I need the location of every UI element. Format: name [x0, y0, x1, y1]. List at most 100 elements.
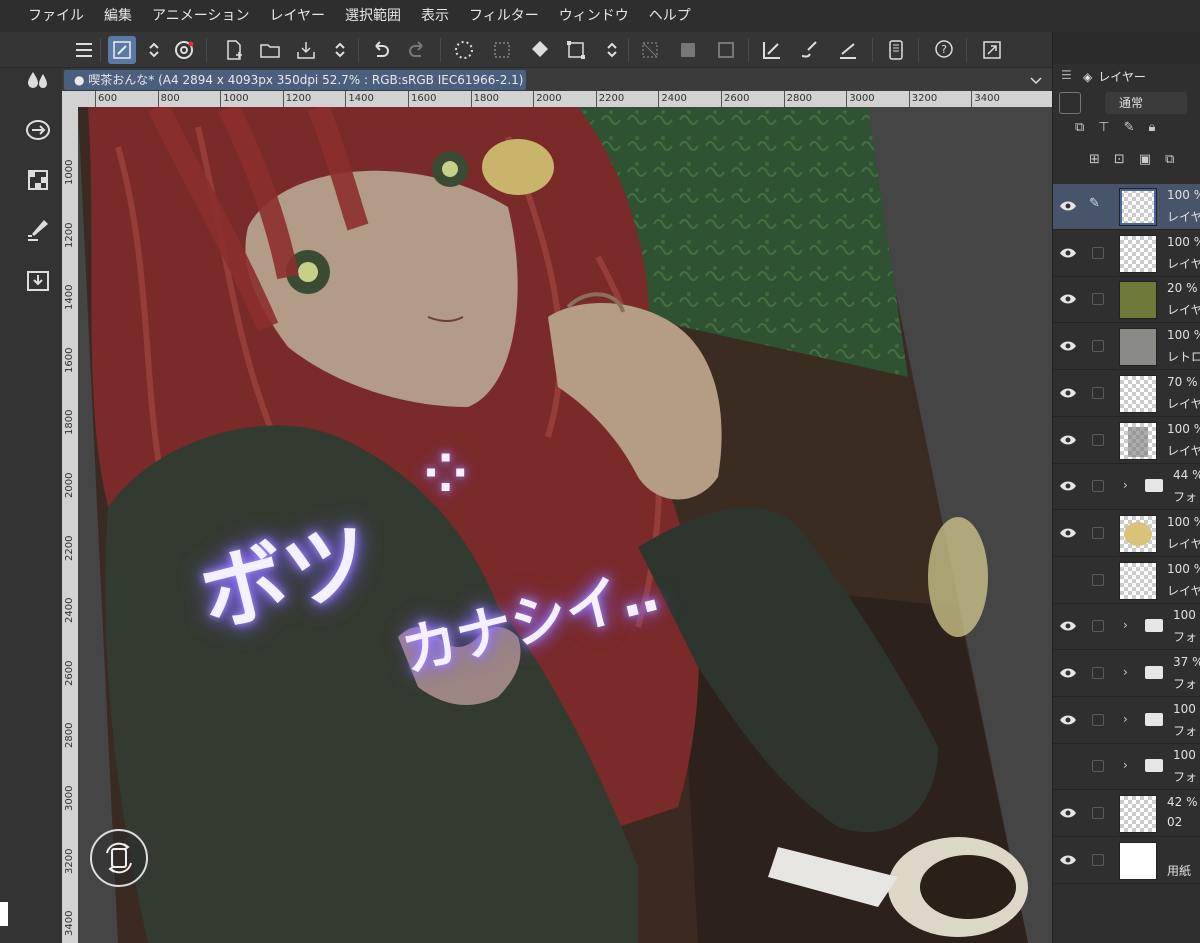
- layer-checkbox[interactable]: [1092, 526, 1104, 539]
- layer-color-box[interactable]: [1059, 92, 1081, 114]
- invert-selection-icon[interactable]: [674, 36, 702, 64]
- reference-icon[interactable]: ⊤: [1098, 120, 1123, 135]
- blend-mode-select[interactable]: 通常: [1105, 92, 1187, 114]
- open-folder-icon[interactable]: [256, 36, 284, 64]
- clip-icon[interactable]: ⧉: [1075, 120, 1098, 135]
- layer-checkbox[interactable]: [1092, 386, 1104, 399]
- menu-layer[interactable]: レイヤー: [259, 0, 335, 32]
- layer-checkbox[interactable]: [1092, 246, 1104, 259]
- drawing-canvas[interactable]: ボツ ⁘ カナシイ‥: [78, 107, 1052, 943]
- layer-checkbox[interactable]: [1092, 713, 1104, 726]
- loading-icon[interactable]: [450, 36, 478, 64]
- eye-icon[interactable]: [1059, 479, 1077, 493]
- help-icon[interactable]: ?: [930, 36, 958, 64]
- expand-chevron-icon[interactable]: ›: [1123, 665, 1128, 679]
- layer-checkbox[interactable]: [1092, 573, 1104, 586]
- eye-icon[interactable]: [1059, 666, 1077, 680]
- layer-row[interactable]: 用紙: [1053, 838, 1200, 884]
- eye-icon[interactable]: [1059, 573, 1077, 587]
- brush-icon[interactable]: [796, 36, 824, 64]
- layer-row[interactable]: ✎ 100 % レイヤ: [1053, 184, 1200, 230]
- layer-row[interactable]: 100 % レイヤ: [1053, 231, 1200, 277]
- layer-row[interactable]: › 44 % フォ: [1053, 464, 1200, 511]
- menu-toggle-icon[interactable]: [70, 36, 98, 64]
- menu-help[interactable]: ヘルプ: [639, 0, 701, 32]
- layer-checkbox[interactable]: [1092, 293, 1104, 306]
- stepper-icon-2[interactable]: [326, 36, 354, 64]
- eye-icon[interactable]: [1059, 526, 1077, 540]
- eye-icon[interactable]: [1059, 619, 1077, 633]
- panel-menu-icon[interactable]: ☰: [1061, 68, 1072, 82]
- layer-tab[interactable]: ◈ レイヤー: [1083, 66, 1173, 88]
- draft-icon[interactable]: ✎: [1124, 120, 1149, 135]
- layer-checkbox[interactable]: [1092, 667, 1104, 679]
- fill-icon[interactable]: [526, 36, 554, 64]
- redo-icon[interactable]: [404, 36, 432, 64]
- layer-row[interactable]: › 37 % フォ: [1053, 651, 1200, 697]
- device-icon[interactable]: [882, 36, 910, 64]
- copy-layer-icon[interactable]: ⧉: [1165, 152, 1188, 167]
- chevron-down-icon[interactable]: [1028, 72, 1044, 88]
- select-all-icon[interactable]: [488, 36, 516, 64]
- transform-icon[interactable]: [24, 116, 52, 144]
- layer-checkbox[interactable]: [1092, 853, 1104, 866]
- menu-file[interactable]: ファイル: [18, 0, 94, 32]
- layer-checkbox[interactable]: [1092, 620, 1104, 633]
- stepper-icon-3[interactable]: [598, 36, 626, 64]
- layer-row[interactable]: 100 % レイヤ: [1053, 418, 1200, 464]
- document-tab[interactable]: ● 喫茶おんな* (A4 2894 x 4093px 350dpi 52.7% …: [64, 70, 526, 90]
- transform-box-icon[interactable]: [562, 36, 590, 64]
- deselect-icon[interactable]: [636, 36, 664, 64]
- layer-row[interactable]: 70 % レイヤ: [1053, 371, 1200, 417]
- line-icon[interactable]: [834, 36, 862, 64]
- layer-row[interactable]: 100 % レトロ: [1053, 324, 1200, 371]
- layer-row[interactable]: 20 % レイヤ: [1053, 277, 1200, 324]
- layer-checkbox[interactable]: [1092, 433, 1104, 446]
- ruler-pen-icon[interactable]: [758, 36, 786, 64]
- spiral-icon[interactable]: [170, 36, 198, 64]
- layer-checkbox[interactable]: ✎: [1089, 196, 1101, 211]
- new-layer-icon[interactable]: ⊞: [1089, 152, 1114, 167]
- layer-row[interactable]: 100 % レイヤ: [1053, 558, 1200, 604]
- new-file-icon[interactable]: [220, 36, 248, 64]
- layer-checkbox[interactable]: [1092, 340, 1104, 353]
- layer-checkbox[interactable]: [1092, 760, 1104, 773]
- expand-chevron-icon[interactable]: ›: [1123, 618, 1128, 632]
- fullscreen-icon[interactable]: [978, 36, 1006, 64]
- menu-animation[interactable]: アニメーション: [142, 0, 259, 32]
- layer-row[interactable]: › 100 % フォ: [1053, 604, 1200, 651]
- eye-icon[interactable]: [1059, 246, 1077, 260]
- lock-icon[interactable]: 🔒︎: [1149, 120, 1170, 135]
- expand-chevron-icon[interactable]: ›: [1123, 712, 1128, 726]
- expand-chevron-icon[interactable]: ›: [1123, 478, 1128, 492]
- import-icon[interactable]: [24, 266, 52, 294]
- menu-window[interactable]: ウィンドウ: [549, 0, 639, 32]
- eye-icon[interactable]: [1059, 386, 1077, 400]
- undo-icon[interactable]: [366, 36, 394, 64]
- layer-row[interactable]: › 100 % フォ: [1053, 744, 1200, 791]
- menu-filter[interactable]: フィルター: [459, 0, 549, 32]
- eye-icon[interactable]: [1059, 713, 1077, 727]
- menu-edit[interactable]: 編集: [94, 0, 142, 32]
- selection-border-icon[interactable]: [712, 36, 740, 64]
- drops-icon[interactable]: [24, 66, 52, 94]
- pen-tool-icon[interactable]: [108, 36, 136, 64]
- stepper-icon[interactable]: [140, 36, 168, 64]
- layer-row[interactable]: › 100 % フォ: [1053, 698, 1200, 744]
- expand-chevron-icon[interactable]: ›: [1123, 758, 1128, 772]
- export-icon[interactable]: [292, 36, 320, 64]
- new-folder-icon[interactable]: ▣: [1139, 152, 1165, 167]
- layer-checkbox[interactable]: [1092, 480, 1104, 493]
- eye-icon[interactable]: [1059, 339, 1077, 353]
- grid-icon[interactable]: [24, 166, 52, 194]
- menu-selection[interactable]: 選択範囲: [335, 0, 411, 32]
- layer-checkbox[interactable]: [1092, 807, 1104, 820]
- eye-icon[interactable]: [1059, 199, 1077, 213]
- layer-row[interactable]: 100 % レイヤ: [1053, 511, 1200, 557]
- eye-icon[interactable]: [1059, 759, 1077, 773]
- layer-row[interactable]: 42 % 02: [1053, 791, 1200, 838]
- eye-icon[interactable]: [1059, 806, 1077, 820]
- eye-icon[interactable]: [1059, 853, 1077, 867]
- brush-settings-icon[interactable]: [24, 216, 52, 244]
- menu-view[interactable]: 表示: [411, 0, 459, 32]
